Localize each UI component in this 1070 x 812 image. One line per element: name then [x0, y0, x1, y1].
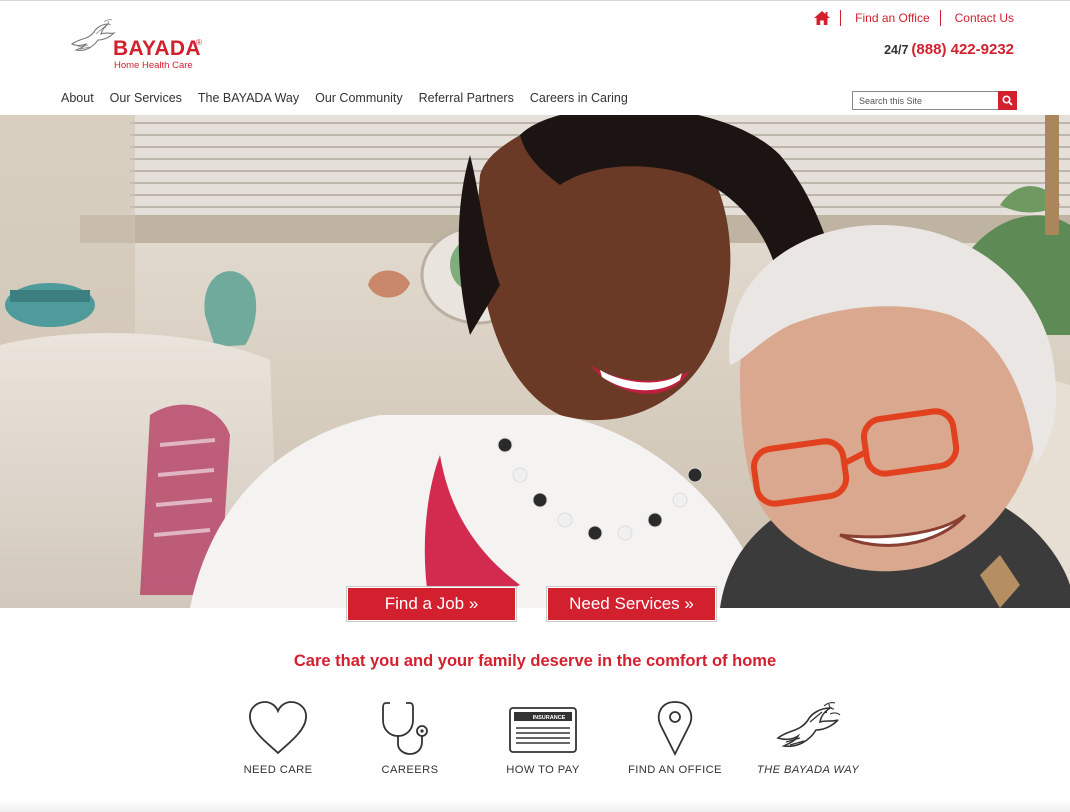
nav-item-bayada-way[interactable]: The BAYADA Way	[198, 91, 299, 105]
dove-icon	[776, 702, 841, 748]
find-office-link[interactable]: Find an Office	[855, 11, 929, 25]
find-a-job-button[interactable]: Find a Job »	[347, 587, 516, 621]
dove-logo-icon	[70, 19, 116, 51]
hero-illustration	[0, 115, 1070, 608]
search-input[interactable]	[853, 92, 998, 109]
quick-link-how-to-pay[interactable]: INSURANCE HOW TO PAY	[478, 700, 608, 776]
quick-link-label: CAREERS	[381, 764, 439, 776]
registered-mark: ®	[196, 38, 202, 47]
quick-link-label: HOW TO PAY	[506, 764, 580, 776]
phone-digits: (888) 422-9232	[911, 41, 1014, 58]
top-divider	[0, 0, 1070, 1]
stethoscope-icon	[382, 702, 428, 755]
logo-subtitle: Home Health Care	[114, 60, 193, 71]
nav-item-our-services[interactable]: Our Services	[110, 91, 182, 105]
page: BAYADA ® Home Health Care Find an Office…	[0, 0, 1070, 812]
contact-us-link[interactable]: Contact Us	[955, 11, 1014, 25]
need-services-button[interactable]: Need Services »	[547, 587, 716, 621]
bayada-logo[interactable]: BAYADA ® Home Health Care	[68, 18, 208, 72]
logo-wordmark: BAYADA	[113, 37, 201, 60]
search-icon	[1002, 95, 1013, 106]
nav-item-about[interactable]: About	[61, 91, 94, 105]
map-pin-icon	[657, 701, 693, 756]
tagline: Care that you and your family deserve in…	[293, 652, 777, 670]
quick-link-bayada-way[interactable]: THE BAYADA WAY	[743, 700, 873, 776]
home-icon[interactable]	[814, 11, 831, 25]
quick-link-find-an-office[interactable]: FIND AN OFFICE	[610, 700, 740, 776]
phone-prefix: 24/7	[884, 43, 909, 57]
site-search	[852, 91, 1017, 110]
utility-separator	[939, 10, 941, 26]
nav-item-our-community[interactable]: Our Community	[315, 91, 403, 105]
quick-link-label: FIND AN OFFICE	[628, 764, 722, 776]
hero-photo	[0, 115, 1070, 608]
main-nav: About Our Services The BAYADA Way Our Co…	[61, 91, 628, 105]
quick-link-need-care[interactable]: NEED CARE	[213, 700, 343, 776]
utility-separator	[840, 10, 842, 26]
quick-link-careers[interactable]: CAREERS	[345, 700, 475, 776]
bottom-fade	[0, 800, 1070, 812]
insurance-card-icon: INSURANCE	[509, 707, 577, 753]
nav-item-referral-partners[interactable]: Referral Partners	[419, 91, 514, 105]
card-text: INSURANCE	[533, 715, 566, 721]
quick-link-label: THE BAYADA WAY	[756, 764, 860, 776]
utility-links: Find an Office Contact Us	[814, 9, 1014, 27]
heart-icon	[249, 701, 307, 755]
nav-item-careers-in-caring[interactable]: Careers in Caring	[530, 91, 628, 105]
phone-number[interactable]: 24/7 (888) 422-9232	[884, 41, 1014, 58]
quick-link-label: NEED CARE	[243, 764, 313, 776]
search-button[interactable]	[998, 91, 1017, 110]
